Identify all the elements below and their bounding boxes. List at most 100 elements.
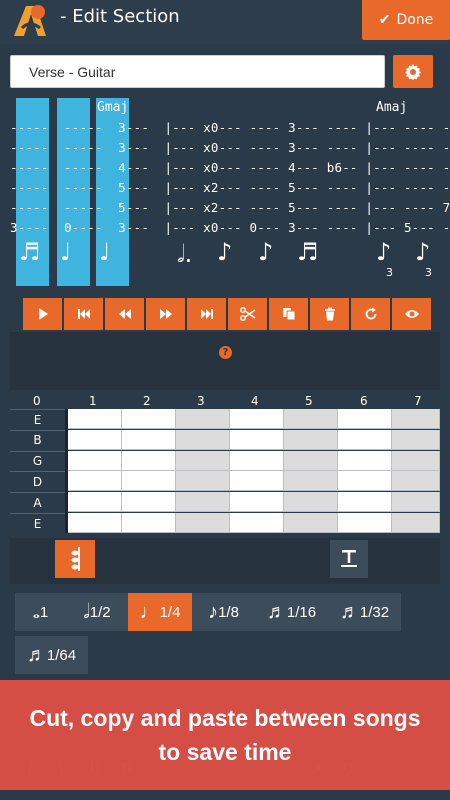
fret-cell[interactable] [122, 429, 176, 450]
fret-cell[interactable] [392, 513, 440, 533]
duration-eighth[interactable]: ♪ 1/8 [192, 593, 255, 631]
fret-cell[interactable] [284, 450, 338, 471]
fret-cell[interactable] [230, 492, 284, 513]
fret-cell[interactable] [176, 471, 230, 492]
string-label: E [10, 513, 65, 533]
fret-cell[interactable] [284, 492, 338, 513]
skip-forward-icon [200, 309, 213, 319]
quarter-note-icon: ♩ [139, 600, 160, 623]
tab-string-line: ----- ----- 5--- |--- x2--- ---- 5--- --… [10, 180, 450, 195]
fret-cell[interactable] [122, 471, 176, 492]
fret-number: 3 [197, 394, 205, 408]
duration-sixty-fourth[interactable]: ♬ 1/64 [15, 636, 88, 674]
duration-quarter[interactable]: ♩ 1/4 [128, 593, 192, 631]
delete-button[interactable] [310, 298, 349, 330]
fret-cell[interactable] [176, 513, 230, 533]
banner-line-2: to save time [158, 739, 292, 765]
section-name-input[interactable] [10, 55, 385, 88]
fret-cell[interactable] [176, 429, 230, 450]
duration-thirty-second[interactable]: ♬ 1/32 [328, 593, 401, 631]
app-header: - Edit Section ✔ Done [0, 0, 450, 44]
duration-sixteenth[interactable]: ♬ 1/16 [255, 593, 328, 631]
fret-cell[interactable] [176, 492, 230, 513]
fret-cell[interactable] [122, 450, 176, 471]
fret-cell[interactable] [392, 429, 440, 450]
fret-cell[interactable] [338, 471, 392, 492]
chord-stack-button[interactable] [55, 540, 95, 578]
fret-cell[interactable] [338, 492, 392, 513]
skip-back-button[interactable] [64, 298, 103, 330]
fret-cell[interactable] [338, 409, 392, 429]
fret-cell[interactable] [392, 450, 440, 471]
text-icon [341, 550, 357, 567]
fret-cell[interactable] [176, 409, 230, 429]
fret-cell[interactable] [68, 429, 122, 450]
fret-number: 0 [33, 394, 41, 408]
fret-cell[interactable] [176, 450, 230, 471]
fretboard[interactable]: E B G D A E [10, 409, 440, 534]
preview-button[interactable] [392, 298, 431, 330]
fret-cell[interactable] [122, 513, 176, 533]
redo-button[interactable] [351, 298, 390, 330]
fret-cell[interactable] [68, 409, 122, 429]
trash-icon [324, 307, 335, 321]
settings-button[interactable] [393, 55, 433, 88]
fret-number: 5 [305, 394, 313, 408]
fret-cell[interactable] [68, 450, 122, 471]
fret-cell[interactable] [230, 471, 284, 492]
fret-cell[interactable] [68, 471, 122, 492]
eighth-note-icon: ♪ [376, 238, 392, 266]
quarter-note-icon: ♩ [60, 238, 72, 266]
fret-cell[interactable] [284, 409, 338, 429]
fret-cell[interactable] [338, 429, 392, 450]
duration-selector: 𝅝 1 𝅗𝅥 1/2 ♩ 1/4 ♪ 1/8 ♬ 1/16 ♬ 1/32 [15, 593, 401, 631]
fret-cell[interactable] [230, 409, 284, 429]
fret-number: 1 [89, 394, 97, 408]
cut-button[interactable] [228, 298, 267, 330]
fast-forward-button[interactable] [146, 298, 185, 330]
done-button[interactable]: ✔ Done [362, 0, 450, 40]
fret-cell[interactable] [122, 409, 176, 429]
fret-cell[interactable] [230, 513, 284, 533]
tab-editor[interactable]: Gmaj Amaj ----- ----- 3--- |--- x0--- --… [10, 98, 450, 288]
stacked-notes-icon [71, 547, 80, 571]
duration-whole[interactable]: 𝅝 1 [15, 593, 66, 631]
fret-cell[interactable] [122, 492, 176, 513]
fret-number: 7 [414, 394, 422, 408]
refresh-icon [365, 307, 376, 320]
string-label: D [10, 471, 65, 491]
fret-cell[interactable] [392, 409, 440, 429]
string-label: B [10, 429, 65, 450]
fret-cell[interactable] [284, 471, 338, 492]
play-button[interactable] [23, 298, 62, 330]
tab-string-line: ----- ----- 4--- |--- x0--- ---- 4--- b6… [10, 160, 450, 175]
tab-string-line: ----- ----- 3--- |--- x0--- ---- 3--- --… [10, 120, 450, 135]
string-label: G [10, 450, 65, 471]
fret-cell[interactable] [68, 492, 122, 513]
copy-button[interactable] [269, 298, 308, 330]
duration-half[interactable]: 𝅗𝅥 1/2 [66, 593, 128, 631]
fret-cell[interactable] [284, 429, 338, 450]
fret-number-row: 0 1 2 3 4 5 6 7 [10, 394, 440, 408]
promo-banner: Cut, copy and paste between songs to sav… [0, 680, 450, 790]
quarter-note-icon: ♩ [99, 238, 111, 266]
rewind-button[interactable] [105, 298, 144, 330]
tab-string-line: 3---- 0---- 3--- |--- x0--- 0--- 3--- --… [10, 220, 450, 235]
fret-cell[interactable] [392, 471, 440, 492]
text-annotation-button[interactable] [330, 540, 368, 578]
help-icon[interactable]: ? [219, 346, 232, 359]
fret-cell[interactable] [338, 450, 392, 471]
play-icon [38, 308, 48, 320]
fret-cell[interactable] [230, 429, 284, 450]
fret-cell[interactable] [68, 513, 122, 533]
dotted-half-note-icon: 𝅗𝅥. [177, 240, 193, 268]
skip-forward-button[interactable] [187, 298, 226, 330]
fret-cell[interactable] [338, 513, 392, 533]
fret-cell[interactable] [392, 492, 440, 513]
skip-back-icon [77, 309, 90, 319]
tab-string-line: ----- ----- 3--- |--- x0--- ---- 3--- --… [10, 140, 450, 155]
fret-cell[interactable] [284, 513, 338, 533]
app-logo[interactable] [10, 2, 50, 40]
gear-icon [405, 63, 421, 80]
fret-cell[interactable] [230, 450, 284, 471]
